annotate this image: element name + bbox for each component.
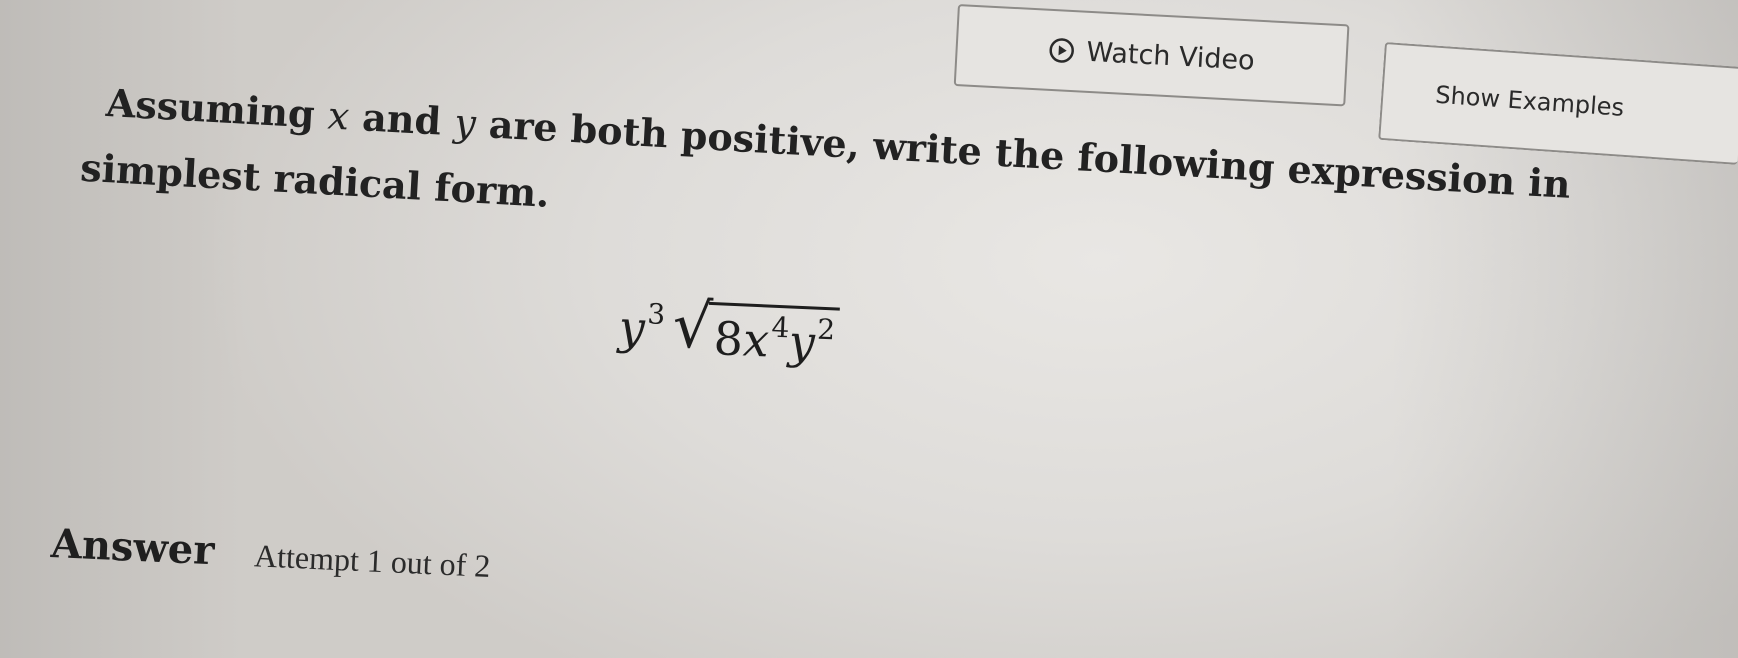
radicand-y-exponent: 2 bbox=[816, 312, 836, 347]
attempt-counter: Attempt 1 out of 2 bbox=[253, 537, 492, 584]
radicand-x-exponent: 4 bbox=[770, 310, 791, 345]
answer-row: Answer Attempt 1 out of 2 bbox=[50, 520, 492, 587]
answer-label: Answer bbox=[49, 520, 216, 575]
radicand-x: x bbox=[741, 312, 771, 368]
show-examples-label: Show Examples bbox=[1434, 80, 1625, 122]
watch-video-label: Watch Video bbox=[1085, 36, 1256, 77]
math-expression: y3 √ 8x4y2 bbox=[617, 288, 841, 371]
radicand-y: y bbox=[787, 314, 816, 370]
watch-video-button[interactable]: Watch Video bbox=[953, 4, 1350, 107]
expression-base: y bbox=[617, 300, 646, 356]
play-circle-icon bbox=[1048, 37, 1075, 64]
variable-x: x bbox=[326, 93, 351, 139]
variable-y: y bbox=[453, 100, 477, 146]
radicand: 8x4y2 bbox=[706, 301, 841, 371]
expression-base-exponent: 3 bbox=[646, 297, 666, 331]
question-line1-pre: Assuming bbox=[104, 79, 330, 138]
question-line1-mid: and bbox=[347, 93, 456, 145]
radicand-coefficient: 8 bbox=[712, 311, 745, 367]
